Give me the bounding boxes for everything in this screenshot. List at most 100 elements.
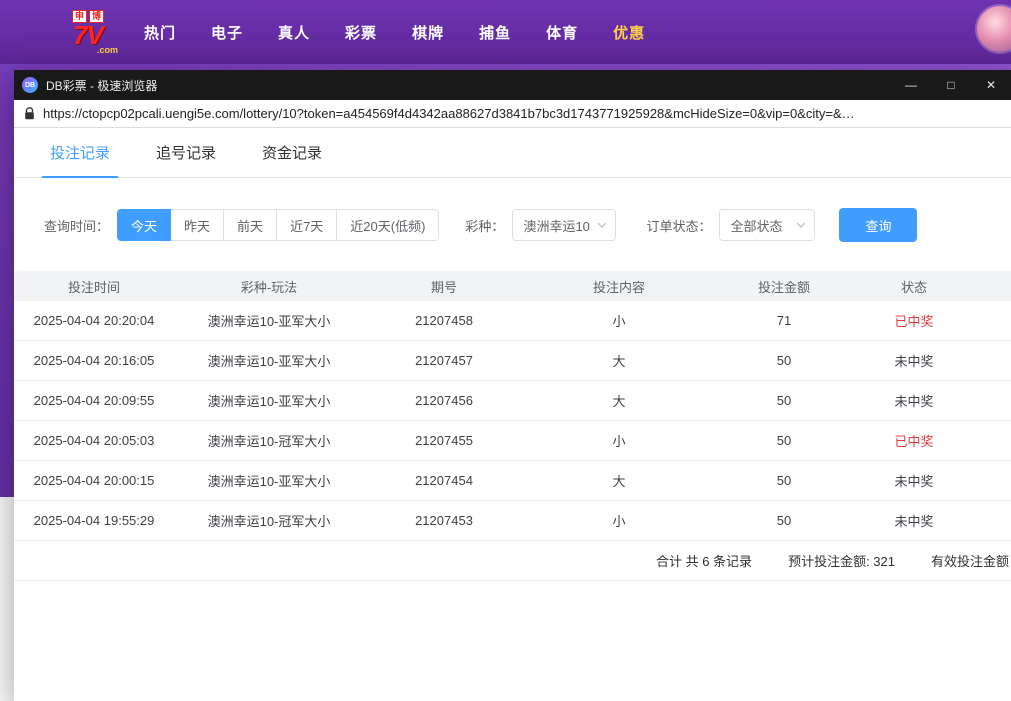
- table-header-row: 投注时间彩种-玩法期号投注内容投注金额状态: [14, 271, 1011, 301]
- issue-cell: 21207456: [364, 393, 524, 408]
- time-filter-group: 今天昨天前天近7天近20天(低频): [117, 209, 439, 241]
- game-cell: 澳洲幸运10-冠军大小: [174, 431, 364, 450]
- tab-0[interactable]: 投注记录: [50, 128, 110, 177]
- status-cell: 未中奖: [854, 351, 974, 370]
- nav-item-5[interactable]: 捕鱼: [479, 22, 511, 43]
- browser-window: DB DB彩票 - 极速浏览器 — □ ✕ https://ctopcp02pc…: [14, 70, 1011, 701]
- tab-bar: 投注记录追号记录资金记录: [14, 128, 1011, 178]
- issue-cell: 21207457: [364, 353, 524, 368]
- time-cell: 2025-04-04 20:20:04: [14, 313, 174, 328]
- time-option-0[interactable]: 今天: [117, 209, 171, 241]
- user-avatar[interactable]: [977, 6, 1011, 52]
- amount-cell: 50: [714, 353, 854, 368]
- time-cell: 2025-04-04 20:00:15: [14, 473, 174, 488]
- status-cell: 未中奖: [854, 511, 974, 530]
- amount-cell: 50: [714, 513, 854, 528]
- content-cell: 大: [524, 391, 714, 410]
- column-header-4: 投注金额: [714, 277, 854, 296]
- lottery-select[interactable]: 澳洲幸运10: [512, 209, 616, 241]
- close-button[interactable]: ✕: [971, 70, 1011, 100]
- game-cell: 澳洲幸运10-冠军大小: [174, 511, 364, 530]
- status-cell: 未中奖: [854, 391, 974, 410]
- column-header-3: 投注内容: [524, 277, 714, 296]
- nav-item-4[interactable]: 棋牌: [412, 22, 444, 43]
- amount-cell: 71: [714, 313, 854, 328]
- time-option-3[interactable]: 近7天: [276, 209, 337, 241]
- status-cell: 已中奖: [854, 311, 974, 330]
- order-status-select[interactable]: 全部状态: [719, 209, 815, 241]
- amount-cell: 50: [714, 473, 854, 488]
- issue-cell: 21207453: [364, 513, 524, 528]
- nav-item-0[interactable]: 热门: [144, 22, 176, 43]
- tab-2[interactable]: 资金记录: [262, 128, 322, 177]
- site-navbar: 申 博 7V .com 热门 电子 真人 彩票 棋牌 捕鱼 体育 优惠: [0, 0, 1011, 64]
- issue-cell: 21207455: [364, 433, 524, 448]
- filter-bar: 查询时间： 今天昨天前天近7天近20天(低频) 彩种： 澳洲幸运10 订单状态：…: [14, 178, 1011, 242]
- search-button[interactable]: 查询: [839, 208, 917, 242]
- time-filter-label: 查询时间：: [44, 216, 109, 235]
- status-cell: 未中奖: [854, 471, 974, 490]
- content-cell: 大: [524, 471, 714, 490]
- nav-item-1[interactable]: 电子: [211, 22, 243, 43]
- chevron-down-icon: [796, 222, 806, 228]
- game-cell: 澳洲幸运10-亚军大小: [174, 311, 364, 330]
- table-row: 2025-04-04 20:09:55澳洲幸运10-亚军大小21207456大5…: [14, 381, 1011, 421]
- column-header-0: 投注时间: [14, 277, 174, 296]
- nav-item-2[interactable]: 真人: [278, 22, 310, 43]
- nav-item-7[interactable]: 优惠: [613, 22, 645, 43]
- page-content: 投注记录追号记录资金记录 查询时间： 今天昨天前天近7天近20天(低频) 彩种：…: [14, 128, 1011, 701]
- order-status-selected-value: 全部状态: [730, 216, 782, 235]
- browser-titlebar: DB DB彩票 - 极速浏览器 — □ ✕: [14, 70, 1011, 100]
- lottery-selected-value: 澳洲幸运10: [523, 216, 589, 235]
- browser-app-icon: DB: [22, 77, 38, 93]
- column-header-2: 期号: [364, 277, 524, 296]
- lock-icon: [24, 107, 35, 120]
- nav-item-3[interactable]: 彩票: [345, 22, 377, 43]
- logo-suffix-text: .com: [97, 45, 118, 55]
- url-text[interactable]: https://ctopcp02pcali.uengi5e.com/lotter…: [43, 106, 855, 121]
- table-row: 2025-04-04 20:20:04澳洲幸运10-亚军大小21207458小7…: [14, 301, 1011, 341]
- time-cell: 2025-04-04 19:55:29: [14, 513, 174, 528]
- game-cell: 澳洲幸运10-亚军大小: [174, 471, 364, 490]
- window-controls: — □ ✕: [891, 70, 1011, 100]
- amount-cell: 50: [714, 393, 854, 408]
- summary-valid-amount: 有效投注金额: [931, 551, 1009, 570]
- amount-cell: 50: [714, 433, 854, 448]
- table-summary: 合计 共 6 条记录 预计投注金额: 321 有效投注金额: [14, 541, 1011, 581]
- summary-total: 合计 共 6 条记录: [656, 551, 752, 570]
- time-option-2[interactable]: 前天: [223, 209, 277, 241]
- summary-expected-amount: 预计投注金额: 321: [788, 551, 895, 570]
- time-option-4[interactable]: 近20天(低频): [336, 209, 439, 241]
- issue-cell: 21207454: [364, 473, 524, 488]
- maximize-button[interactable]: □: [931, 70, 971, 100]
- logo-main-text: 7V: [73, 23, 103, 47]
- chevron-down-icon: [597, 222, 607, 228]
- site-logo[interactable]: 申 博 7V .com: [58, 10, 118, 55]
- background-window-edge: [0, 497, 14, 701]
- content-cell: 小: [524, 511, 714, 530]
- tab-1[interactable]: 追号记录: [156, 128, 216, 177]
- status-cell: 已中奖: [854, 431, 974, 450]
- minimize-button[interactable]: —: [891, 70, 931, 100]
- nav-items: 热门 电子 真人 彩票 棋牌 捕鱼 体育 优惠: [144, 22, 645, 43]
- time-cell: 2025-04-04 20:09:55: [14, 393, 174, 408]
- game-cell: 澳洲幸运10-亚军大小: [174, 391, 364, 410]
- content-cell: 大: [524, 351, 714, 370]
- issue-cell: 21207458: [364, 313, 524, 328]
- content-cell: 小: [524, 311, 714, 330]
- column-header-1: 彩种-玩法: [174, 277, 364, 296]
- game-cell: 澳洲幸运10-亚军大小: [174, 351, 364, 370]
- time-cell: 2025-04-04 20:05:03: [14, 433, 174, 448]
- column-header-5: 状态: [854, 277, 974, 296]
- table-row: 2025-04-04 19:55:29澳洲幸运10-冠军大小21207453小5…: [14, 501, 1011, 541]
- table-body: 2025-04-04 20:20:04澳洲幸运10-亚军大小21207458小7…: [14, 301, 1011, 541]
- nav-item-6[interactable]: 体育: [546, 22, 578, 43]
- table-row: 2025-04-04 20:00:15澳洲幸运10-亚军大小21207454大5…: [14, 461, 1011, 501]
- desktop: 申 博 7V .com 热门 电子 真人 彩票 棋牌 捕鱼 体育 优惠 DB DB彩票 - 极…: [0, 0, 1011, 701]
- time-option-1[interactable]: 昨天: [170, 209, 224, 241]
- order-status-label: 订单状态：: [646, 216, 711, 235]
- table-row: 2025-04-04 20:16:05澳洲幸运10-亚军大小21207457大5…: [14, 341, 1011, 381]
- table-row: 2025-04-04 20:05:03澳洲幸运10-冠军大小21207455小5…: [14, 421, 1011, 461]
- content-cell: 小: [524, 431, 714, 450]
- browser-urlbar[interactable]: https://ctopcp02pcali.uengi5e.com/lotter…: [14, 100, 1011, 128]
